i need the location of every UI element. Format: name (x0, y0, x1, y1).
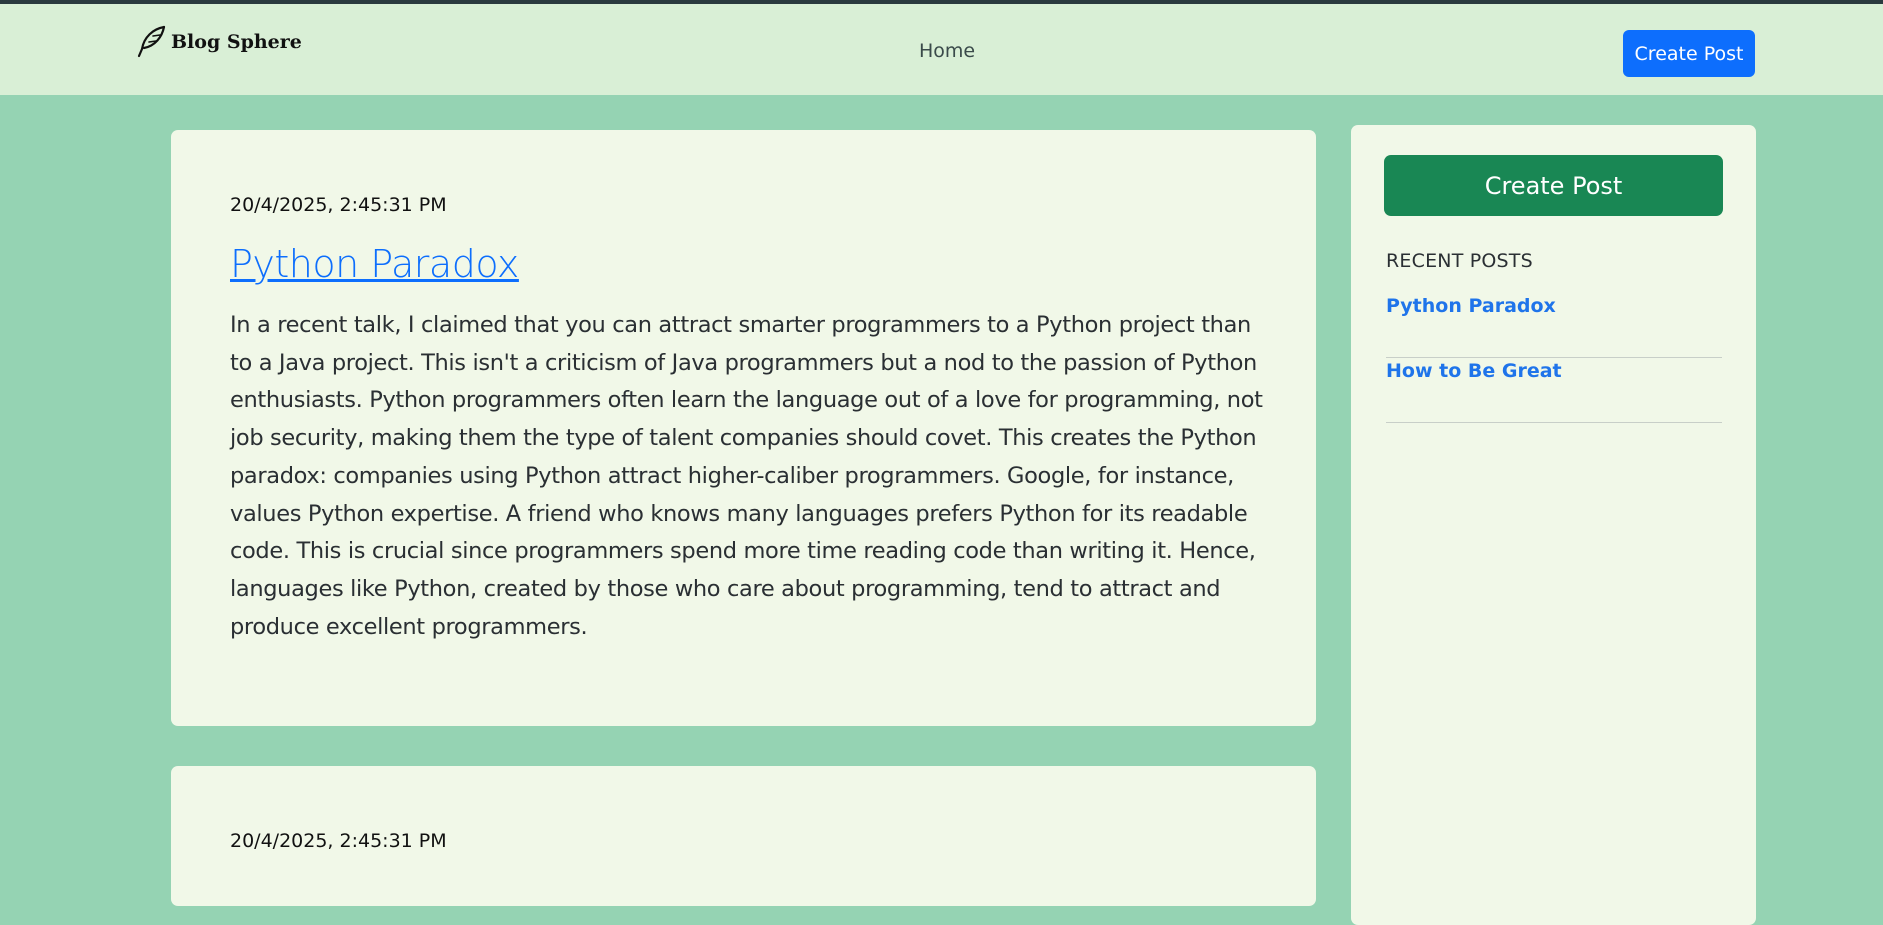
navbar: Blog Sphere Home Create Post (0, 4, 1883, 95)
post-date: 20/4/2025, 2:45:31 PM (230, 830, 447, 852)
recent-post-item: Python Paradox (1386, 293, 1722, 358)
post-card: 20/4/2025, 2:45:31 PM (171, 766, 1316, 906)
recent-post-link[interactable]: How to Be Great (1386, 360, 1562, 382)
sidebar-create-post-button[interactable]: Create Post (1384, 155, 1723, 216)
brand-name: Blog Sphere (171, 31, 302, 53)
post-card: 20/4/2025, 2:45:31 PM Python Paradox In … (171, 130, 1316, 726)
nav-home-link[interactable]: Home (919, 40, 975, 62)
post-title-link[interactable]: Python Paradox (230, 242, 519, 286)
post-body: In a recent talk, I claimed that you can… (230, 312, 1263, 640)
recent-posts-heading: RECENT POSTS (1386, 250, 1533, 272)
sidebar: Create Post RECENT POSTS Python Paradox … (1351, 125, 1756, 925)
post-date: 20/4/2025, 2:45:31 PM (230, 194, 447, 216)
recent-post-link[interactable]: Python Paradox (1386, 295, 1556, 317)
recent-posts-list: Python Paradox How to Be Great (1386, 293, 1722, 423)
feather-icon (137, 25, 166, 58)
brand-link[interactable]: Blog Sphere (135, 24, 302, 60)
recent-post-item: How to Be Great (1386, 358, 1722, 423)
nav-create-post-button[interactable]: Create Post (1623, 30, 1755, 77)
